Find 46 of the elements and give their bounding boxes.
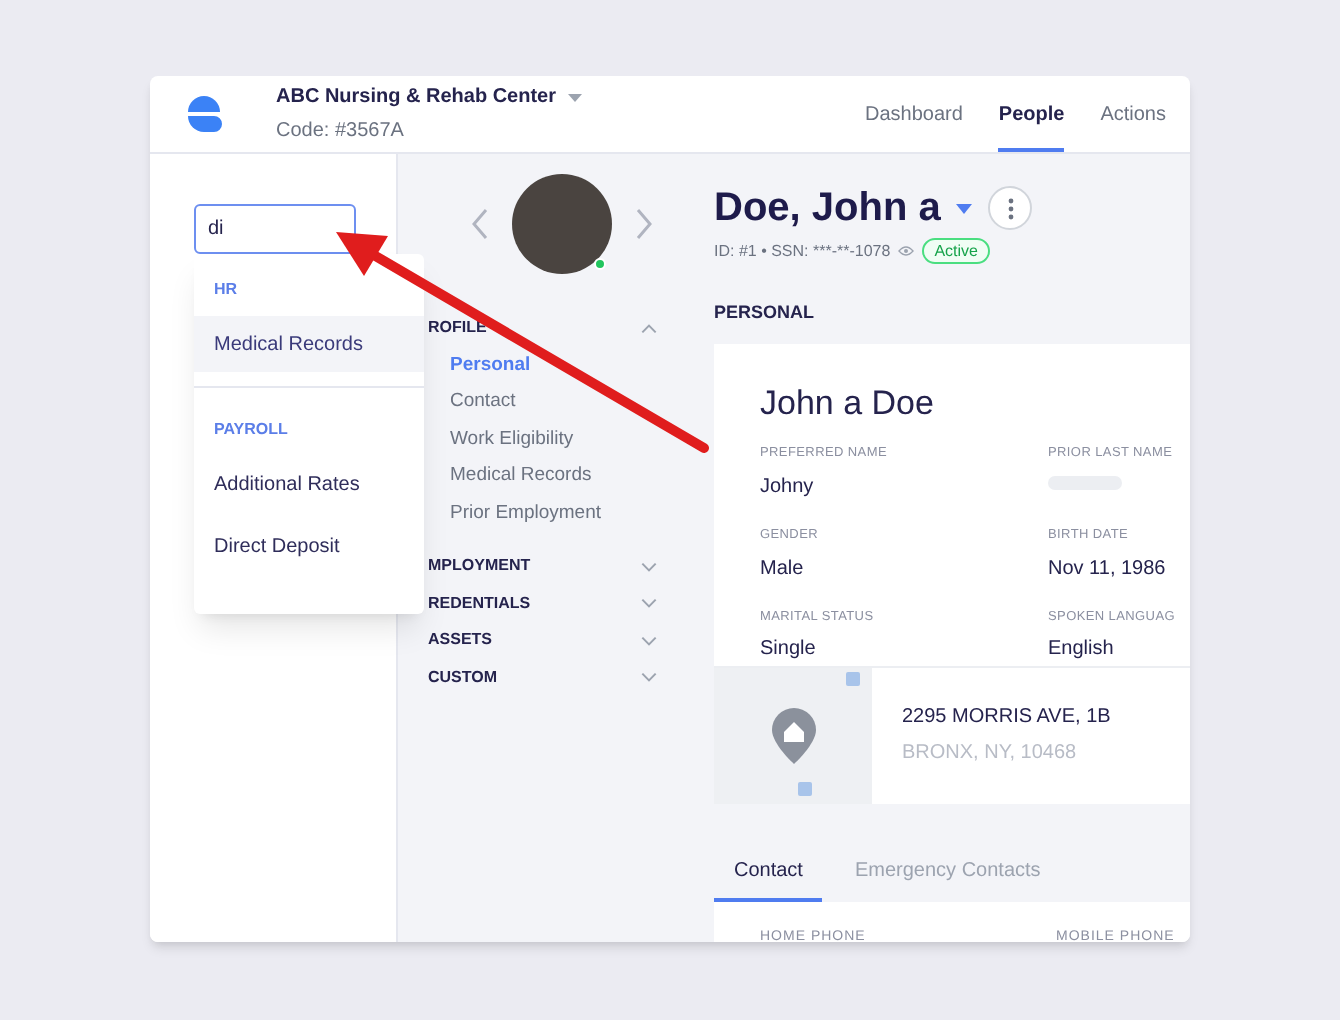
- nav-tab[interactable]: Dashboard: [864, 76, 963, 152]
- caret-icon[interactable]: [568, 93, 583, 101]
- search-field[interactable]: di: [194, 204, 356, 254]
- section-link[interactable]: Prior Employment: [428, 495, 658, 532]
- chevron-up-icon[interactable]: [640, 323, 658, 334]
- section-toggle[interactable]: MPLOYMENT: [428, 554, 531, 579]
- section-link[interactable]: Contact: [428, 384, 658, 421]
- chevron-down-icon[interactable]: [640, 635, 658, 646]
- person-name: Doe, John a: [714, 184, 941, 232]
- search-result-item[interactable]: Additional Rates: [194, 456, 424, 512]
- search-result-item[interactable]: Medical Records: [194, 316, 424, 372]
- section-toggle[interactable]: REDENTIALS: [428, 591, 531, 616]
- search-result-item[interactable]: Direct Deposit: [194, 518, 424, 574]
- field-value: Johny: [760, 473, 816, 502]
- more-options-button[interactable]: [988, 186, 1033, 230]
- chevron-down-icon[interactable]: [640, 561, 658, 572]
- organization-code: Code: #3567A: [276, 118, 406, 146]
- transit-marker-icon: [798, 781, 812, 795]
- full-name: John a Doe: [760, 381, 936, 425]
- section-toggle[interactable]: ROFILE: [428, 316, 487, 341]
- section-link[interactable]: Work Eligibility: [428, 421, 658, 458]
- section-link[interactable]: Medical Records: [428, 458, 658, 495]
- group-heading: PAYROLL: [212, 418, 290, 442]
- nav-tab[interactable]: Actions: [1100, 76, 1166, 152]
- field-value: Nov 11, 1986: [1048, 555, 1168, 583]
- section-toggle[interactable]: CUSTOM: [428, 665, 498, 690]
- organization-name: ABC Nursing & Rehab Center: [276, 84, 557, 112]
- status-badge: Active: [922, 238, 990, 264]
- eye-icon[interactable]: [898, 246, 915, 256]
- section-toggle[interactable]: ASSETS: [428, 628, 493, 653]
- chevron-down-icon[interactable]: [640, 598, 658, 609]
- field-value: Male: [760, 555, 806, 583]
- field-value: Single: [760, 636, 818, 665]
- address-line: 2295 MORRIS AVE, 1B: [902, 704, 1111, 732]
- field-value: English: [1048, 636, 1116, 665]
- chevron-down-icon[interactable]: [640, 672, 658, 683]
- caret-icon[interactable]: [956, 203, 973, 213]
- section-heading: PERSONAL: [714, 300, 817, 326]
- location-pin-icon: [771, 707, 815, 763]
- address-line: BRONX, NY, 10468: [902, 740, 1079, 768]
- kebab-icon: [1007, 197, 1014, 219]
- avatar-photo: [512, 174, 612, 274]
- group-heading: HR: [212, 278, 240, 302]
- transit-marker-icon: [846, 671, 860, 685]
- logo-icon: [186, 96, 222, 132]
- id-ssn-text: ID: #1 • SSN: ***-**-1078: [714, 239, 891, 263]
